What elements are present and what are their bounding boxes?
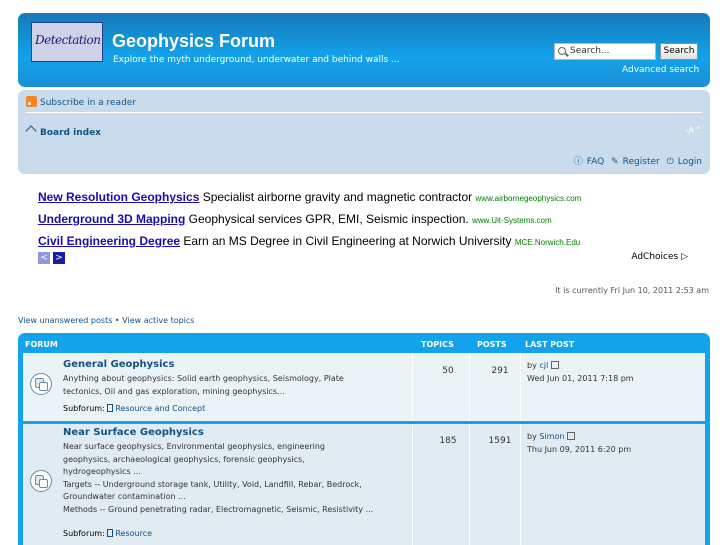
search-icon xyxy=(558,47,566,55)
last-post-date: Wed Jun 01, 2011 7:18 pm xyxy=(527,374,634,383)
column-divider xyxy=(469,353,470,421)
view-latest-post-icon[interactable] xyxy=(551,361,560,369)
ad-url[interactable]: MCE.Norwich.Edu xyxy=(515,238,580,247)
ad-next-button[interactable]: > xyxy=(53,252,65,264)
forum-name-link[interactable]: Near Surface Geophysics xyxy=(63,427,204,438)
column-divider xyxy=(469,424,470,545)
logo-text: Detectation xyxy=(35,33,101,47)
header-forum: Forum xyxy=(25,340,58,349)
desc-line: Methods -- Ground penetrating radar, Ele… xyxy=(63,504,374,514)
navbar-divider xyxy=(26,112,702,113)
faq-link[interactable]: ⓘ FAQ xyxy=(574,157,604,167)
ad-text: Earn an MS Degree in Civil Engineering a… xyxy=(180,234,515,248)
posts-count: 291 xyxy=(491,366,509,376)
current-time: It is currently Fri Jun 10, 2011 2:53 am xyxy=(555,286,709,295)
subforum-label: Subforum: xyxy=(63,529,105,538)
last-post-user[interactable]: Simon xyxy=(539,432,564,441)
ad-title[interactable]: New Resolution Geophysics xyxy=(38,190,199,204)
desc-line: geophysics, archaeological geophysics, f… xyxy=(63,454,305,464)
last-post-user[interactable]: cjl xyxy=(539,361,548,370)
document-icon xyxy=(107,529,114,537)
forum-description: Near surface geophysics, Environmental g… xyxy=(63,441,408,516)
desc-line: Near surface geophysics, Environmental g… xyxy=(63,442,326,451)
ad-item[interactable]: Civil Engineering Degree Earn an MS Degr… xyxy=(38,234,710,256)
subscribe-link[interactable]: Subscribe in a reader xyxy=(26,96,136,108)
site-logo[interactable]: Detectation xyxy=(31,22,103,62)
rss-icon xyxy=(26,96,37,107)
subforum-link[interactable]: Resource and Concept xyxy=(107,404,205,413)
ad-title[interactable]: Civil Engineering Degree xyxy=(38,234,180,248)
subscribe-label: Subscribe in a reader xyxy=(40,98,137,108)
ad-item[interactable]: New Resolution Geophysics Specialist air… xyxy=(38,190,710,212)
by-label: by xyxy=(527,432,537,441)
last-post: by Simon Thu Jun 09, 2011 6:20 pm xyxy=(527,430,631,456)
desc-line: hydrogeophysics ... xyxy=(63,467,141,476)
column-divider xyxy=(520,353,521,421)
ad-text: Specialist airborne gravity and magnetic… xyxy=(199,190,476,204)
column-divider xyxy=(412,424,413,545)
forum-description: Anything about geophysics: Solid earth g… xyxy=(63,373,408,398)
site-description: Explore the myth underground, underwater… xyxy=(113,55,400,65)
last-post: by cjl Wed Jun 01, 2011 7:18 pm xyxy=(527,359,634,385)
user-links: ⓘ FAQ ✎ Register ⏻ Login xyxy=(570,154,702,167)
site-title[interactable]: Geophysics Forum xyxy=(112,31,275,52)
header-last-post: Last post xyxy=(525,340,575,349)
subforum-label: Subforum: xyxy=(63,404,105,413)
topics-count: 185 xyxy=(439,436,457,446)
forum-read-icon xyxy=(30,373,52,395)
ad-item[interactable]: Underground 3D Mapping Geophysical servi… xyxy=(38,212,710,234)
home-icon xyxy=(26,127,36,136)
board-index-label: Board index xyxy=(40,128,101,138)
header-posts: Posts xyxy=(477,340,507,349)
topics-count: 50 xyxy=(442,366,454,376)
forum-name-link[interactable]: General Geophysics xyxy=(63,359,174,370)
subforum-name: Resource and Concept xyxy=(115,404,206,413)
ad-prev-button[interactable]: < xyxy=(38,252,50,264)
desc-line: Groundwater contamination ... xyxy=(63,492,186,501)
ad-text: Geophysical services GPR, EMI, Seismic i… xyxy=(185,212,473,226)
view-latest-post-icon[interactable] xyxy=(567,432,576,440)
subforum-name: Resource xyxy=(115,529,153,538)
forum-read-icon xyxy=(30,470,52,492)
ad-url[interactable]: www.airbornegeophysics.com xyxy=(476,194,582,203)
font-size-icon[interactable]: -A^ xyxy=(685,126,702,136)
search-input[interactable]: Search... xyxy=(554,43,656,60)
desc-line: Anything about geophysics: Solid earth g… xyxy=(63,374,344,383)
register-label: Register xyxy=(622,157,660,167)
login-link[interactable]: ⏻ Login xyxy=(667,157,702,167)
register-link[interactable]: ✎ Register xyxy=(611,157,660,167)
adchoices-link[interactable]: AdChoices ▷ xyxy=(631,252,688,262)
column-divider xyxy=(520,424,521,545)
subforum-link[interactable]: Resource xyxy=(107,529,152,538)
desc-line: Targets -- Underground storage tank, Uti… xyxy=(63,479,362,489)
document-icon xyxy=(107,404,114,412)
site-header: Detectation Geophysics Forum Explore the… xyxy=(18,13,710,87)
search-button[interactable]: Search xyxy=(660,43,698,60)
header-topics: Topics xyxy=(421,340,454,349)
forum-row: General Geophysics Anything about geophy… xyxy=(23,353,705,421)
forum-table: Forum Topics Posts Last post General Geo… xyxy=(18,333,710,545)
ad-title[interactable]: Underground 3D Mapping xyxy=(38,212,185,226)
forum-row: Near Surface Geophysics Near surface geo… xyxy=(23,424,705,545)
desc-line: tectonics, Oil and gas exploration, mini… xyxy=(63,386,285,396)
ad-url[interactable]: www.Uit-Systems.com xyxy=(472,216,552,225)
by-label: by xyxy=(527,361,537,370)
quick-links[interactable]: View unanswered posts • View active topi… xyxy=(18,316,194,325)
navbar: Subscribe in a reader Board index -A^ ⓘ F… xyxy=(18,90,710,174)
ad-block: New Resolution Geophysics Specialist air… xyxy=(38,190,710,264)
subforum: Subforum: Resource xyxy=(63,529,152,538)
posts-count: 1591 xyxy=(488,436,512,446)
advanced-search-link[interactable]: Advanced search xyxy=(622,65,699,75)
last-post-date: Thu Jun 09, 2011 6:20 pm xyxy=(527,445,632,454)
login-label: Login xyxy=(677,157,702,167)
search-placeholder: Search... xyxy=(570,46,610,56)
faq-label: FAQ xyxy=(586,157,605,167)
column-divider xyxy=(412,353,413,421)
board-index-link[interactable]: Board index xyxy=(26,127,101,138)
subforum: Subforum: Resource and Concept xyxy=(63,404,205,413)
